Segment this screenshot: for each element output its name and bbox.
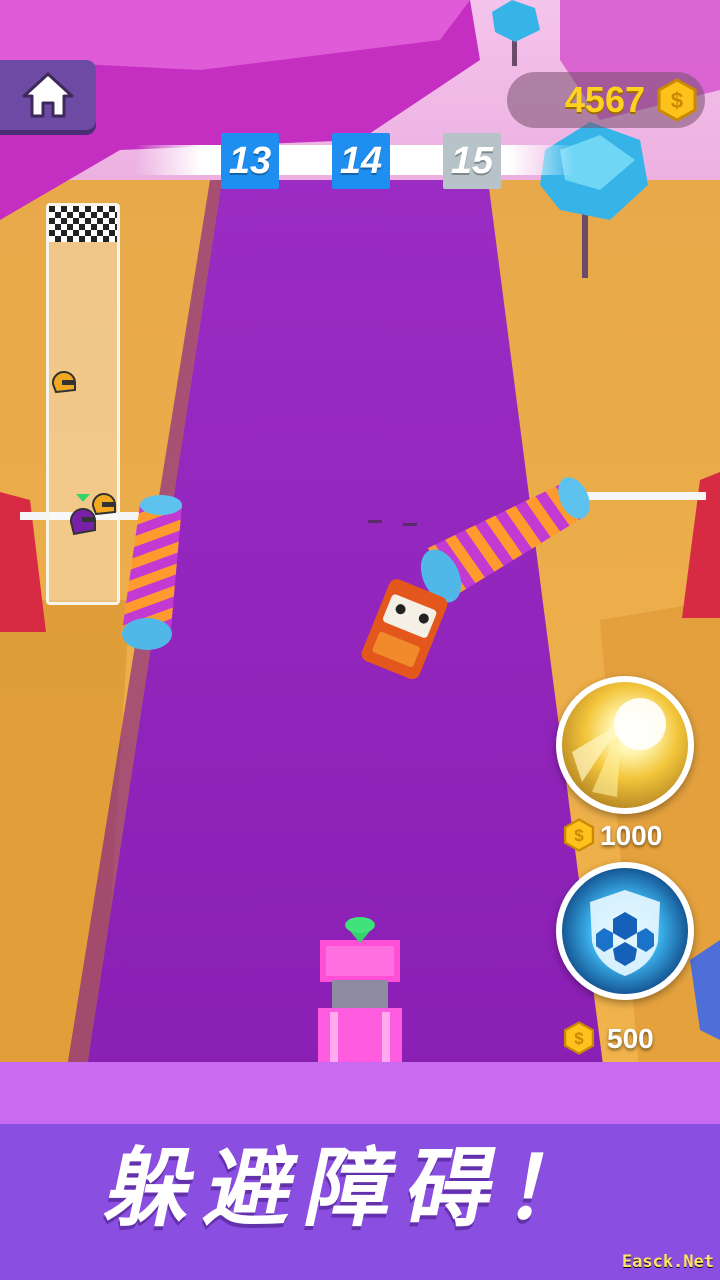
home-button[interactable] <box>0 60 96 130</box>
coin-icon: $ <box>657 78 697 122</box>
level-previous: 13 <box>221 133 279 189</box>
coin-icon: $ <box>563 818 595 852</box>
home-icon <box>22 72 74 118</box>
promo-banner-text: 躲避障碍！ <box>97 1139 619 1239</box>
coin-icon: $ <box>563 1021 595 1055</box>
race-progress-track <box>46 203 120 605</box>
boost-icon <box>572 698 666 797</box>
shield-price: 500 <box>607 1023 654 1054</box>
coin-balance: 4567 $ <box>507 72 705 128</box>
level-current: 14 <box>332 133 390 189</box>
debris-2 <box>403 523 417 526</box>
player-helmet-icon <box>69 494 96 536</box>
boost-powerup-button[interactable] <box>556 676 694 814</box>
coin-symbol: $ <box>574 826 584 845</box>
debris-1 <box>368 520 382 523</box>
shield-icon <box>590 890 660 976</box>
boost-price: 1000 <box>600 820 663 851</box>
coin-count: 4567 <box>564 79 645 120</box>
watermark: Easck.Net <box>621 1252 714 1272</box>
helmet-icon <box>51 370 76 394</box>
checkered-flag-icon <box>49 206 117 242</box>
rail-right <box>578 492 706 500</box>
coin-symbol: $ <box>574 1029 584 1048</box>
level-next: 15 <box>443 133 501 189</box>
coin-symbol: $ <box>671 88 683 113</box>
promo-banner-band <box>0 1062 720 1124</box>
shield-powerup-button[interactable] <box>556 862 694 1000</box>
